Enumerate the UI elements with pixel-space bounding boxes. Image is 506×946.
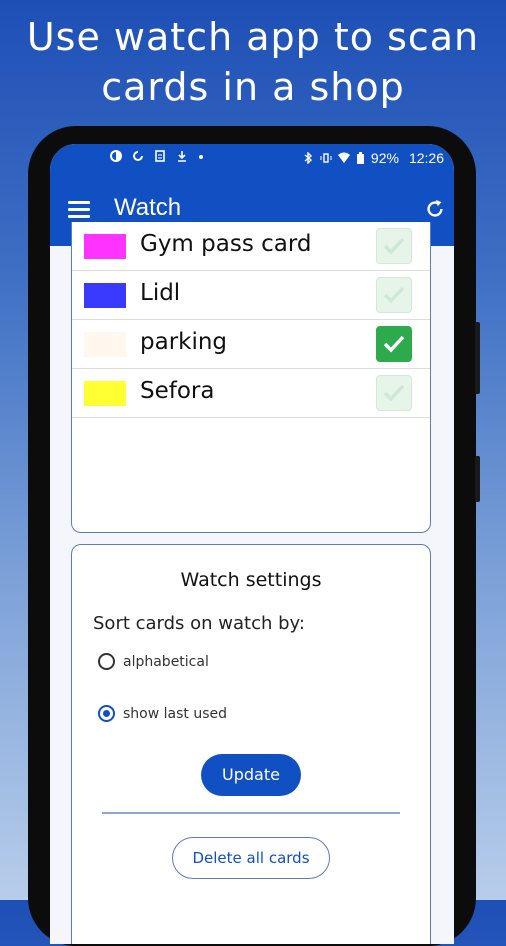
phone-side-button bbox=[475, 456, 480, 502]
data-saver-icon bbox=[110, 150, 122, 162]
bluetooth-icon bbox=[304, 152, 312, 164]
sort-option-last-used[interactable]: show last used bbox=[98, 705, 227, 722]
radio-button[interactable] bbox=[98, 705, 115, 722]
card-color-swatch bbox=[84, 234, 126, 259]
divider bbox=[102, 812, 400, 814]
watch-settings-panel: Watch settings Sort cards on watch by: a… bbox=[71, 544, 431, 944]
document-icon bbox=[155, 150, 165, 162]
status-time: 12:26 bbox=[408, 150, 444, 166]
card-row[interactable]: parking bbox=[72, 320, 430, 369]
notification-dot-icon bbox=[199, 155, 203, 159]
promo-headline-line2: cards in a shop bbox=[101, 65, 405, 109]
card-color-swatch bbox=[84, 283, 126, 308]
battery-icon bbox=[356, 152, 364, 164]
settings-title: Watch settings bbox=[180, 569, 322, 591]
radio-label: alphabetical bbox=[123, 653, 209, 670]
update-button[interactable]: Update bbox=[201, 754, 301, 796]
check-icon bbox=[383, 384, 405, 402]
sync-icon bbox=[133, 151, 143, 161]
battery-percent: 92% bbox=[370, 150, 399, 166]
card-row[interactable]: Lidl bbox=[72, 271, 430, 320]
check-icon bbox=[383, 286, 405, 304]
promo-headline: Use watch app to scan cards in a shop bbox=[0, 12, 506, 112]
radio-button[interactable] bbox=[98, 653, 115, 670]
phone-screen: 92% 12:26 Watch Gym pass card Lidl parki… bbox=[50, 144, 454, 944]
app-title: Watch bbox=[114, 194, 182, 221]
card-name: Sefora bbox=[140, 378, 215, 404]
download-icon bbox=[178, 151, 186, 162]
card-checkbox[interactable] bbox=[376, 375, 412, 411]
card-row[interactable]: Sefora bbox=[72, 369, 430, 418]
card-color-swatch bbox=[84, 381, 126, 406]
wifi-icon bbox=[337, 152, 350, 163]
status-bar: 92% 12:26 bbox=[50, 144, 454, 174]
card-checkbox[interactable] bbox=[376, 277, 412, 313]
card-checkbox[interactable] bbox=[376, 228, 412, 264]
card-name: Gym pass card bbox=[140, 231, 312, 257]
radio-label: show last used bbox=[123, 705, 228, 722]
phone-side-button bbox=[475, 322, 480, 394]
hamburger-menu-icon[interactable] bbox=[68, 201, 90, 219]
card-name: parking bbox=[140, 329, 228, 355]
cards-list: Gym pass card Lidl parking Sefora bbox=[71, 222, 431, 533]
check-icon bbox=[383, 335, 405, 353]
phone-frame: 92% 12:26 Watch Gym pass card Lidl parki… bbox=[28, 126, 480, 946]
status-left-icons bbox=[110, 150, 204, 162]
card-name: Lidl bbox=[140, 280, 181, 306]
card-color-swatch bbox=[84, 332, 126, 357]
delete-all-cards-button[interactable]: Delete all cards bbox=[172, 837, 330, 879]
promo-headline-line1: Use watch app to scan bbox=[26, 15, 480, 59]
sort-label: Sort cards on watch by: bbox=[93, 613, 305, 634]
card-checkbox[interactable] bbox=[376, 326, 412, 362]
status-right-icons: 92% 12:26 bbox=[302, 150, 444, 166]
vibrate-icon bbox=[320, 153, 332, 163]
card-row[interactable]: Gym pass card bbox=[72, 222, 430, 271]
refresh-icon[interactable] bbox=[424, 198, 446, 220]
sort-option-alphabetical[interactable]: alphabetical bbox=[98, 653, 209, 670]
check-icon bbox=[383, 237, 405, 255]
